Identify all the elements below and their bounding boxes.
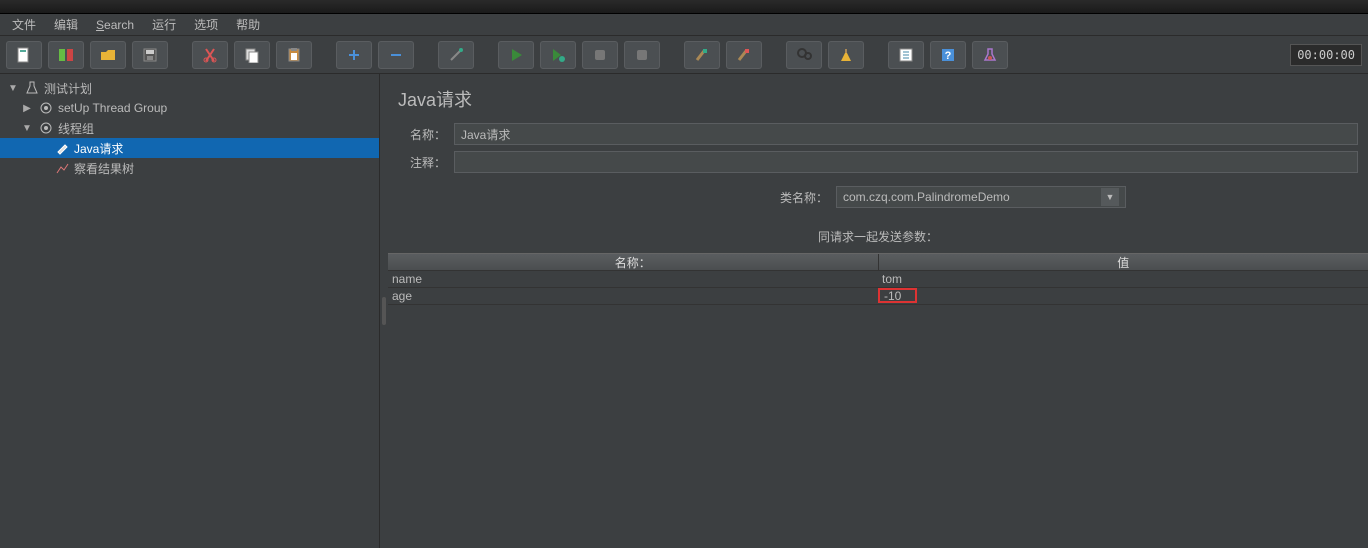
templates-button[interactable] [48, 41, 84, 69]
add-button[interactable] [336, 41, 372, 69]
menubar: 文件 编辑 Search 运行 选项 帮助 [0, 14, 1368, 36]
cell-value[interactable]: tom [878, 271, 1368, 287]
save-button[interactable] [132, 41, 168, 69]
titlebar [0, 0, 1368, 14]
tree-node-thread-group[interactable]: ▼ 线程组 [0, 118, 379, 138]
comment-label: 注释： [398, 154, 446, 171]
menu-run[interactable]: 运行 [144, 14, 184, 35]
classname-select[interactable]: com.czq.com.PalindromeDemo ▼ [836, 186, 1126, 208]
tree-panel: ▼ 测试计划 ▶ setUp Thread Group ▼ 线程组 Java请求 [0, 74, 380, 548]
content-panel: Java请求 名称： Java请求 注释： 类名称： com.czq.com.P… [388, 74, 1368, 548]
cell-name[interactable]: age [388, 288, 878, 304]
flask-icon [24, 80, 40, 96]
params-caption: 同请求一起发送参数： [388, 214, 1368, 253]
chevron-down-icon: ▼ [1101, 188, 1119, 206]
tree-root-testplan[interactable]: ▼ 测试计划 [0, 78, 379, 98]
params-table-header: 名称： 值 [388, 253, 1368, 271]
table-row[interactable]: name tom [388, 271, 1368, 288]
table-row[interactable]: age -10 [388, 288, 1368, 305]
expander-icon: ▼ [20, 123, 34, 134]
gear-icon [38, 120, 54, 136]
menu-file[interactable]: 文件 [4, 14, 44, 35]
chart-icon [54, 160, 70, 176]
name-label: 名称： [398, 126, 446, 143]
new-button[interactable] [6, 41, 42, 69]
function-helper-button[interactable] [888, 41, 924, 69]
toolbar: ? 00:00:00 [0, 36, 1368, 74]
start-button[interactable] [498, 41, 534, 69]
shutdown-button[interactable] [624, 41, 660, 69]
cell-value[interactable]: -10 [878, 288, 1368, 304]
page-title: Java请求 [388, 82, 1368, 120]
help-button[interactable]: ? [930, 41, 966, 69]
tree-node-java-request[interactable]: Java请求 [0, 138, 379, 158]
remove-button[interactable] [378, 41, 414, 69]
highlight-box: -10 [878, 288, 917, 303]
cell-name[interactable]: name [388, 271, 878, 287]
menu-edit[interactable]: 编辑 [46, 14, 86, 35]
clear-button[interactable] [684, 41, 720, 69]
tree-node-setup-thread-group[interactable]: ▶ setUp Thread Group [0, 98, 379, 118]
menu-options[interactable]: 选项 [186, 14, 226, 35]
main-area: ▼ 测试计划 ▶ setUp Thread Group ▼ 线程组 Java请求 [0, 74, 1368, 548]
th-value: 值 [879, 254, 1368, 270]
timer-display: 00:00:00 [1290, 44, 1362, 66]
classname-label: 类名称： [398, 189, 828, 206]
th-name: 名称： [388, 254, 879, 270]
tree-label: 测试计划 [44, 80, 92, 97]
reset-search-button[interactable] [828, 41, 864, 69]
lab-button[interactable] [972, 41, 1008, 69]
cut-button[interactable] [192, 41, 228, 69]
dropper-icon [54, 140, 70, 156]
menu-help[interactable]: 帮助 [228, 14, 268, 35]
tree-node-view-results-tree[interactable]: 察看结果树 [0, 158, 379, 178]
stop-button[interactable] [582, 41, 618, 69]
svg-text:?: ? [945, 50, 952, 62]
start-no-pause-button[interactable] [540, 41, 576, 69]
tree-label: setUp Thread Group [58, 101, 167, 115]
tree-label: 察看结果树 [74, 160, 134, 177]
expander-icon: ▼ [6, 83, 20, 94]
search-button[interactable] [786, 41, 822, 69]
open-button[interactable] [90, 41, 126, 69]
tree-label: 线程组 [58, 120, 94, 137]
menu-search[interactable]: Search [88, 16, 142, 34]
paste-button[interactable] [276, 41, 312, 69]
copy-button[interactable] [234, 41, 270, 69]
comment-input[interactable] [454, 151, 1358, 173]
params-table-body: name tom age -10 [388, 271, 1368, 305]
splitter-handle[interactable] [380, 74, 388, 548]
clear-all-button[interactable] [726, 41, 762, 69]
name-input[interactable]: Java请求 [454, 123, 1358, 145]
classname-value: com.czq.com.PalindromeDemo [843, 190, 1010, 204]
tree-label: Java请求 [74, 140, 123, 157]
expander-icon: ▶ [20, 103, 34, 114]
gear-icon [38, 100, 54, 116]
wand-button[interactable] [438, 41, 474, 69]
